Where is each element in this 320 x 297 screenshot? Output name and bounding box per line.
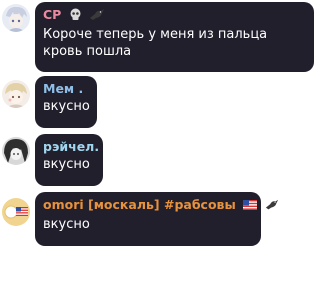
author-name[interactable]: omori [москаль] #рабсовы [43, 197, 278, 214]
avatar[interactable] [2, 137, 30, 165]
omori-avatar-with-us-flag-icon [2, 198, 30, 226]
author-name[interactable]: CP [43, 7, 306, 24]
us-flag-emoji-icon [243, 198, 258, 210]
message-bubble: CP Короче теперь у меня из пальца кровь … [35, 2, 314, 72]
anime-character-avatar-icon [2, 4, 30, 32]
avatar[interactable] [2, 4, 30, 32]
crow-emoji-icon [89, 8, 105, 24]
message-bubble: Мем . вкусно [35, 76, 97, 128]
message-text: вкусно [43, 99, 90, 114]
avatar[interactable] [2, 198, 30, 226]
anime-character-avatar-icon [2, 80, 30, 108]
crow-emoji-icon [265, 198, 279, 214]
avatar[interactable] [2, 80, 30, 108]
skull-emoji-icon [69, 8, 82, 24]
message-bubble: рэйчел. вкусно [35, 134, 103, 186]
anime-character-avatar-icon [2, 137, 30, 165]
message-text: Короче теперь у меня из пальца кровь пош… [43, 27, 268, 59]
message-bubble: omori [москаль] #рабсовы вкусно [35, 192, 278, 246]
chat-feed: CP Короче теперь у меня из пальца кровь … [0, 0, 320, 297]
author-name[interactable]: Мем . [43, 81, 89, 96]
author-name[interactable]: рэйчел. [43, 139, 99, 154]
message-text: вкусно [43, 217, 90, 232]
message-text: вкусно [43, 157, 90, 172]
